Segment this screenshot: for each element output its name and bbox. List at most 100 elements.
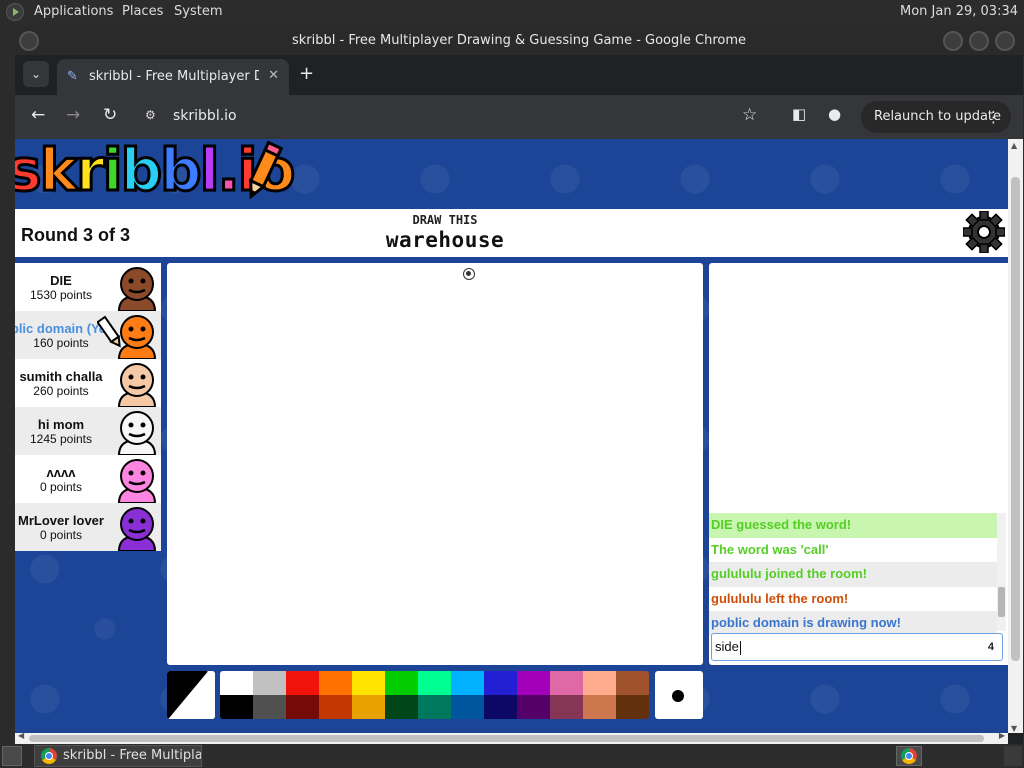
chat-message: The word was 'call' bbox=[711, 541, 829, 557]
player-row[interactable]: sumith challa 260 points bbox=[15, 359, 161, 407]
taskbar-window-label: skribbl - Free Multiplayer Drawing & Gue… bbox=[63, 748, 202, 763]
page-container: skribbl.io Round 3 of 3 DRAW THIS wareho… bbox=[15, 27, 1023, 744]
player-avatar bbox=[115, 266, 159, 311]
os-taskbar: skribbl - Free Multiplayer Drawing & Gue… bbox=[0, 744, 1024, 768]
color-swatch[interactable] bbox=[616, 671, 649, 695]
color-swatch[interactable] bbox=[517, 695, 550, 719]
color-swatch[interactable] bbox=[286, 695, 319, 719]
logo-letter: r bbox=[75, 139, 107, 205]
color-swatch[interactable] bbox=[583, 671, 616, 695]
tray-workspace[interactable] bbox=[1004, 746, 1022, 766]
color-swatch[interactable] bbox=[484, 695, 517, 719]
current-word: warehouse bbox=[385, 228, 505, 252]
color-preview-icon bbox=[167, 671, 215, 719]
chat-input-value: side bbox=[715, 639, 739, 654]
player-points: 1530 points bbox=[29, 288, 93, 302]
scroll-right-icon[interactable]: ▶ bbox=[999, 731, 1005, 740]
color-swatch[interactable] bbox=[352, 695, 385, 719]
page-horizontal-scrollbar-thumb[interactable] bbox=[29, 735, 984, 742]
color-swatch[interactable] bbox=[253, 671, 286, 695]
color-swatch[interactable] bbox=[319, 671, 352, 695]
player-points: 160 points bbox=[33, 336, 89, 350]
chat-input[interactable]: side 4 bbox=[711, 633, 1003, 661]
player-avatar bbox=[115, 410, 159, 455]
os-top-panel: Applications Places System Mon Jan 29, 0… bbox=[0, 0, 1024, 24]
clock[interactable]: Mon Jan 29, 03:34 bbox=[900, 4, 1018, 19]
scroll-up-icon[interactable]: ▲ bbox=[1011, 141, 1017, 150]
color-swatch[interactable] bbox=[220, 671, 253, 695]
menu-system[interactable]: System bbox=[174, 4, 222, 19]
game-header: Round 3 of 3 DRAW THIS warehouse bbox=[15, 209, 1008, 257]
player-name: ʌʌʌʌ bbox=[46, 465, 76, 480]
color-swatch[interactable] bbox=[385, 695, 418, 719]
color-swatch[interactable] bbox=[517, 671, 550, 695]
color-swatch[interactable] bbox=[451, 671, 484, 695]
player-points: 0 points bbox=[39, 528, 83, 542]
color-swatch[interactable] bbox=[253, 695, 286, 719]
scroll-down-icon[interactable]: ▼ bbox=[1011, 724, 1017, 733]
player-row[interactable]: hi mom 1245 points bbox=[15, 407, 161, 455]
brush-cursor-icon bbox=[463, 268, 475, 280]
chat-panel: DIE guessed the word! The word was 'call'… bbox=[709, 263, 1008, 665]
color-swatch[interactable] bbox=[583, 695, 616, 719]
player-name: hi mom bbox=[37, 417, 85, 432]
player-avatar bbox=[115, 362, 159, 407]
player-points: 260 points bbox=[33, 384, 89, 398]
player-avatar bbox=[115, 458, 159, 503]
page-vertical-scrollbar-thumb[interactable] bbox=[1011, 177, 1020, 661]
menu-places[interactable]: Places bbox=[122, 4, 163, 19]
color-swatch[interactable] bbox=[352, 671, 385, 695]
brush-size-icon bbox=[672, 690, 684, 702]
player-points: 1245 points bbox=[29, 432, 93, 446]
color-swatch[interactable] bbox=[319, 695, 352, 719]
chat-message: gulululu joined the room! bbox=[709, 562, 997, 587]
color-swatch[interactable] bbox=[418, 671, 451, 695]
color-swatch[interactable] bbox=[220, 695, 253, 719]
color-swatch[interactable] bbox=[550, 671, 583, 695]
player-row[interactable]: poblic domain (You)160 points bbox=[15, 311, 161, 359]
draw-this-label: DRAW THIS bbox=[412, 213, 478, 227]
color-swatch[interactable] bbox=[451, 695, 484, 719]
logo-letter: b bbox=[159, 139, 203, 205]
player-name: DIE bbox=[50, 273, 72, 288]
applications-icon[interactable] bbox=[6, 3, 24, 21]
player-name: MrLover lover bbox=[18, 513, 104, 528]
page-horizontal-scrollbar[interactable]: ◀ ▶ bbox=[15, 731, 1008, 744]
char-count: 4 bbox=[987, 641, 994, 653]
logo-letter: b bbox=[119, 139, 163, 205]
scroll-left-icon[interactable]: ◀ bbox=[18, 731, 24, 740]
show-desktop-icon[interactable] bbox=[2, 746, 22, 766]
color-preview-button[interactable] bbox=[167, 671, 215, 719]
color-swatch[interactable] bbox=[286, 671, 319, 695]
player-name: poblic domain (You) bbox=[15, 321, 107, 336]
chat-scrollbar[interactable] bbox=[997, 513, 1006, 631]
text-caret bbox=[739, 640, 741, 655]
color-swatch[interactable] bbox=[550, 695, 583, 719]
chat-message: DIE guessed the word! bbox=[709, 513, 997, 538]
player-row[interactable]: ʌʌʌʌ 0 points bbox=[15, 455, 161, 503]
drawing-pencil-icon bbox=[96, 315, 123, 351]
brush-size-button[interactable] bbox=[655, 671, 703, 719]
taskbar-window-chrome[interactable]: skribbl - Free Multiplayer Drawing & Gue… bbox=[34, 745, 202, 767]
page-vertical-scrollbar[interactable]: ▲ ▼ bbox=[1008, 139, 1023, 733]
menu-applications[interactable]: Applications bbox=[34, 4, 113, 19]
logo-pencil-icon bbox=[248, 140, 283, 200]
logo-letter: . bbox=[216, 139, 241, 205]
color-swatch[interactable] bbox=[385, 671, 418, 695]
player-name: sumith challa bbox=[19, 369, 103, 384]
color-swatch[interactable] bbox=[418, 695, 451, 719]
color-palette bbox=[220, 671, 649, 719]
player-row[interactable]: DIE 1530 points bbox=[15, 263, 161, 311]
chrome-icon bbox=[41, 748, 57, 764]
color-swatch[interactable] bbox=[616, 695, 649, 719]
chat-scrollbar-thumb[interactable] bbox=[998, 587, 1005, 617]
tray-chrome-button[interactable] bbox=[896, 746, 922, 766]
round-indicator: Round 3 of 3 bbox=[21, 225, 130, 245]
player-row[interactable]: MrLover lover 0 points bbox=[15, 503, 161, 551]
settings-gear-icon[interactable] bbox=[963, 211, 1005, 253]
player-avatar bbox=[115, 506, 159, 551]
drawing-canvas[interactable] bbox=[167, 263, 703, 665]
tray-chrome-icon bbox=[901, 748, 917, 764]
color-swatch[interactable] bbox=[484, 671, 517, 695]
logo-letter: i bbox=[101, 139, 124, 205]
